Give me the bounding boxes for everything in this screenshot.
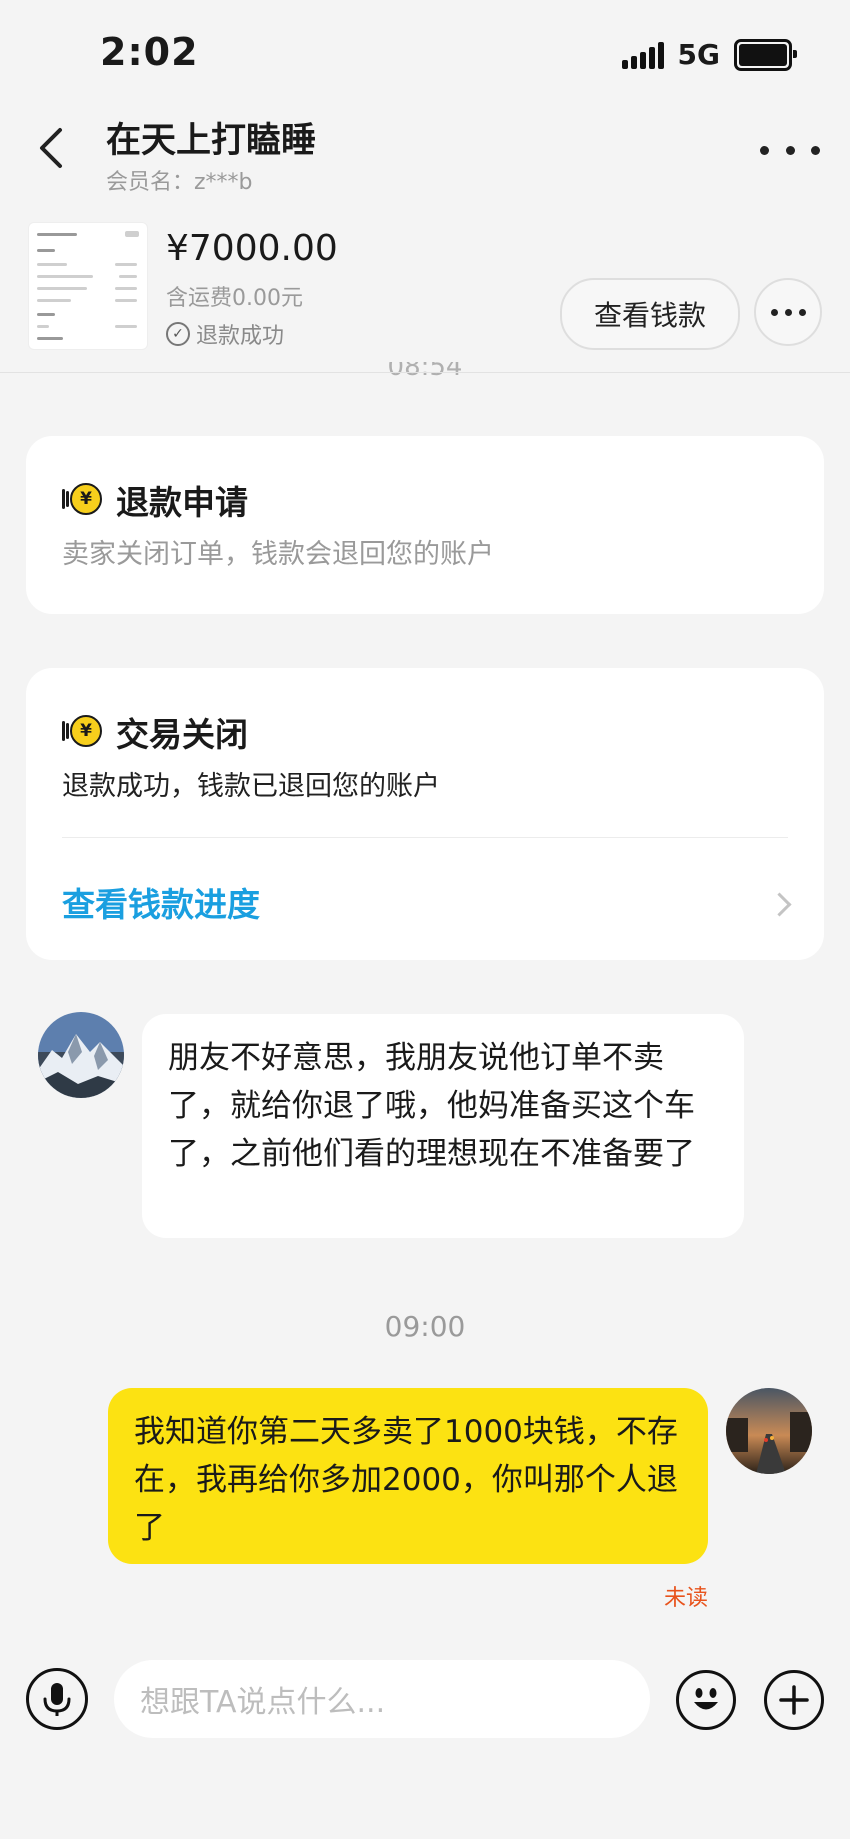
signal-icon [621,41,664,69]
time-divider-cut: 08:54 [387,362,463,382]
member-name: 会员名：z***b [106,170,253,195]
view-progress-link[interactable]: 查看钱款进度 [62,878,260,926]
refund-status: ✓ 退款成功 [166,318,284,350]
view-funds-button[interactable]: 查看钱款 [560,278,740,350]
coin-icon: ¥ [62,715,104,749]
card-title: 退款申请 [116,483,248,522]
order-more-button[interactable] [754,278,822,346]
more-icon[interactable] [760,128,820,172]
outgoing-message-bubble[interactable]: 我知道你第二天多卖了1000块钱，不存在，我再给你多加2000，你叫那个人退了 [108,1388,708,1564]
chat-title: 在天上打瞌睡 [106,121,317,161]
card-subtitle: 卖家关闭订单，钱款会退回您的账户 [62,539,494,570]
refund-status-label: 退款成功 [196,324,285,349]
network-label: 5G [677,38,720,71]
header-divider [0,372,850,373]
status-time: 2:02 [100,30,199,74]
refund-request-card: ¥ 退款申请 卖家关闭订单，钱款会退回您的账户 [26,436,824,614]
microphone-icon[interactable] [26,1668,88,1730]
card-divider [62,837,788,838]
chevron-right-icon[interactable] [767,892,792,917]
avatar-self[interactable] [726,1388,812,1474]
avatar-other[interactable] [38,1012,124,1098]
plus-icon[interactable] [764,1670,824,1730]
order-shipping: 含运费0.00元 [166,286,303,311]
battery-icon [734,38,797,71]
card-title: 交易关闭 [116,715,248,754]
check-circle-icon: ✓ [166,322,190,346]
back-icon[interactable] [32,126,72,170]
order-price: ¥7000.00 [166,228,338,269]
incoming-message-bubble[interactable]: 朋友不好意思，我朋友说他订单不卖了，就给你退了哦，他妈准备买这个车了，之前他们看… [142,1014,744,1238]
time-divider: 09:00 [384,1310,466,1343]
coin-icon: ¥ [62,483,104,517]
card-subtitle: 退款成功，钱款已退回您的账户 [62,771,440,802]
order-thumbnail[interactable] [28,222,148,350]
emoji-icon[interactable] [676,1670,736,1730]
trade-closed-card: ¥ 交易关闭 退款成功，钱款已退回您的账户 查看钱款进度 [26,668,824,960]
message-input[interactable]: 想跟TA说点什么... [114,1660,650,1738]
status-icons: 5G [621,38,797,71]
unread-status: 未读 [664,1586,709,1611]
